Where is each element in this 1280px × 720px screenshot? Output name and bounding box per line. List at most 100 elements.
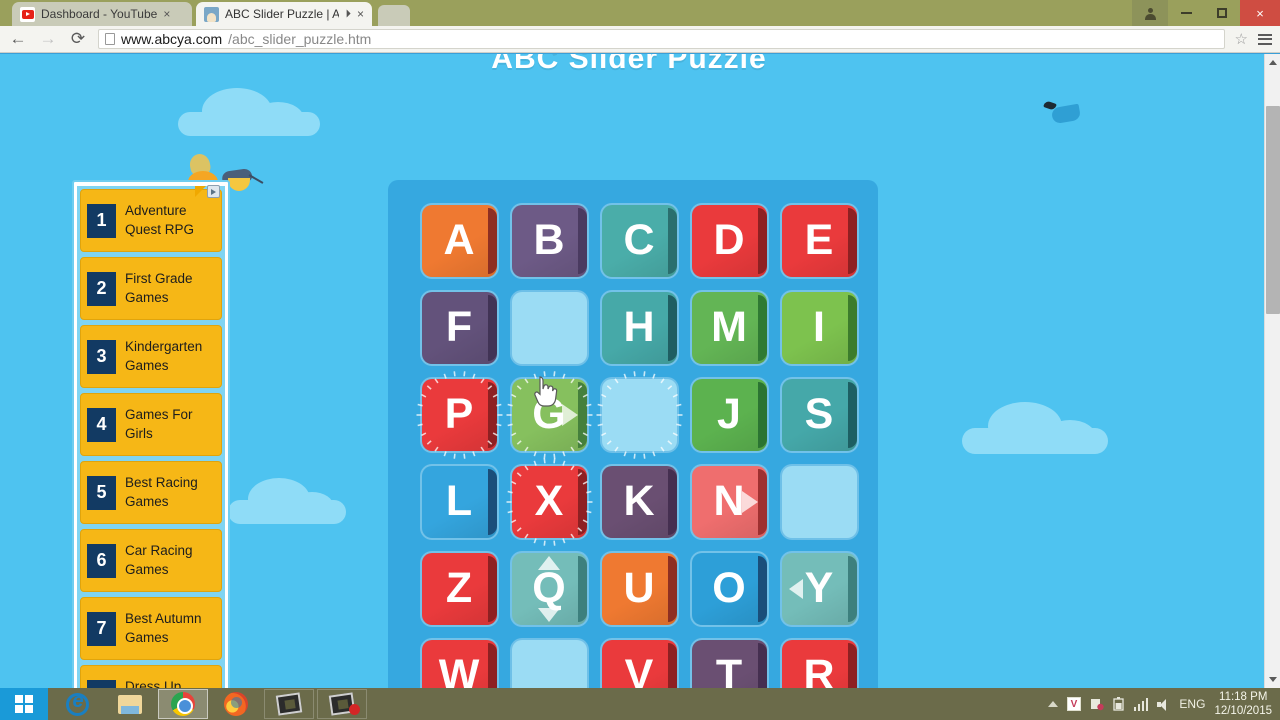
battery-icon[interactable] — [1113, 697, 1125, 711]
puzzle-cell[interactable]: B — [504, 197, 594, 284]
puzzle-cell[interactable]: I — [774, 284, 864, 371]
security-shield-icon[interactable] — [1090, 697, 1104, 711]
scroll-up-icon[interactable] — [1269, 60, 1277, 65]
scrollbar-thumb[interactable] — [1266, 106, 1280, 314]
puzzle-cell[interactable]: H — [594, 284, 684, 371]
puzzle-tile[interactable]: Y — [781, 552, 857, 625]
puzzle-tile[interactable]: D — [691, 204, 767, 277]
puzzle-tile[interactable]: K — [601, 465, 677, 538]
sidebar-item[interactable]: 2 First Grade Games — [80, 257, 222, 320]
puzzle-tile-empty[interactable] — [511, 639, 587, 688]
puzzle-cell[interactable]: A — [414, 197, 504, 284]
puzzle-tile[interactable]: E — [781, 204, 857, 277]
menu-icon[interactable] — [1258, 33, 1272, 45]
puzzle-tile[interactable]: N — [691, 465, 767, 538]
sidebar-item[interactable]: 8 Dress Up Games — [80, 665, 222, 688]
puzzle-tile[interactable]: U — [601, 552, 677, 625]
puzzle-cell[interactable]: U — [594, 545, 684, 632]
puzzle-cell[interactable]: T — [684, 632, 774, 688]
puzzle-tile[interactable]: P — [416, 370, 502, 459]
puzzle-cell[interactable]: P — [414, 370, 504, 459]
puzzle-cell[interactable]: M — [684, 284, 774, 371]
taskbar-item-internet-explorer[interactable] — [52, 689, 102, 719]
puzzle-cell[interactable] — [504, 632, 594, 688]
puzzle-cell[interactable]: Q — [504, 545, 594, 632]
puzzle-cell[interactable]: O — [684, 545, 774, 632]
page-info-icon[interactable] — [105, 33, 115, 45]
puzzle-tile[interactable]: H — [601, 291, 677, 364]
puzzle-tile[interactable]: R — [781, 639, 857, 688]
puzzle-cell[interactable]: F — [414, 284, 504, 371]
puzzle-tile[interactable]: L — [421, 465, 497, 538]
tab-audio-icon[interactable]: ⏵ — [345, 8, 351, 21]
puzzle-cell[interactable]: E — [774, 197, 864, 284]
puzzle-cell[interactable]: R — [774, 632, 864, 688]
puzzle-cell[interactable]: W — [414, 632, 504, 688]
reload-icon[interactable]: ⟳ — [68, 29, 88, 49]
puzzle-tile[interactable]: Z — [421, 552, 497, 625]
puzzle-cell[interactable]: K — [594, 458, 684, 545]
sidebar-item[interactable]: 5 Best Racing Games — [80, 461, 222, 524]
puzzle-cell[interactable]: Y — [774, 545, 864, 632]
tab-dashboard-youtube[interactable]: Dashboard - YouTube × — [12, 2, 192, 26]
volume-icon[interactable] — [1157, 698, 1170, 711]
puzzle-cell[interactable]: D — [684, 197, 774, 284]
network-icon[interactable] — [1133, 697, 1149, 711]
puzzle-cell[interactable]: X — [504, 457, 594, 546]
puzzle-tile[interactable]: I — [781, 291, 857, 364]
address-bar[interactable]: www.abcya.com/abc_slider_puzzle.htm — [98, 29, 1225, 49]
puzzle-tile[interactable]: W — [421, 639, 497, 688]
tab-close-icon[interactable]: × — [163, 8, 170, 20]
close-icon[interactable]: × — [1240, 0, 1280, 26]
puzzle-tile[interactable]: V — [601, 639, 677, 688]
maximize-icon[interactable] — [1204, 0, 1240, 26]
start-button[interactable] — [0, 688, 48, 720]
puzzle-tile[interactable]: A — [421, 204, 497, 277]
taskbar-item-screen-recorder[interactable] — [264, 689, 314, 719]
puzzle-tile-empty[interactable] — [511, 291, 587, 364]
clock[interactable]: 11:18 PM 12/10/2015 — [1214, 690, 1272, 719]
puzzle-cell[interactable] — [774, 458, 864, 545]
puzzle-cell[interactable]: J — [684, 371, 774, 458]
minimize-icon[interactable] — [1168, 0, 1204, 26]
puzzle-cell[interactable]: Z — [414, 545, 504, 632]
sidebar-item[interactable]: 3 Kindergarten Games — [80, 325, 222, 388]
new-tab-button[interactable] — [378, 5, 410, 26]
tab-close-icon[interactable]: × — [357, 8, 364, 20]
puzzle-tile[interactable]: O — [691, 552, 767, 625]
scroll-down-icon[interactable] — [1269, 677, 1277, 682]
puzzle-tile[interactable]: F — [421, 291, 497, 364]
taskbar-item-mozilla-firefox[interactable] — [211, 689, 261, 719]
puzzle-tile-empty[interactable] — [781, 465, 857, 538]
taskbar-item-google-chrome[interactable] — [158, 689, 208, 719]
puzzle-cell[interactable]: L — [414, 458, 504, 545]
puzzle-tile[interactable]: Q — [511, 552, 587, 625]
puzzle-tile[interactable]: J — [691, 378, 767, 451]
chevron-up-icon[interactable] — [1047, 701, 1058, 707]
puzzle-tile[interactable]: C — [601, 204, 677, 277]
puzzle-tile-empty[interactable] — [596, 370, 682, 459]
puzzle-cell[interactable]: N — [684, 458, 774, 545]
taskbar-item-file-explorer[interactable] — [105, 689, 155, 719]
sidebar-item[interactable]: 4 Games For Girls — [80, 393, 222, 456]
puzzle-cell[interactable]: C — [594, 197, 684, 284]
puzzle-tile[interactable]: B — [511, 204, 587, 277]
puzzle-tile[interactable]: X — [506, 457, 592, 546]
puzzle-tile[interactable]: M — [691, 291, 767, 364]
bookmark-star-icon[interactable]: ☆ — [1235, 30, 1248, 48]
puzzle-cell[interactable]: V — [594, 632, 684, 688]
taskbar-item-screen-recorder-rec[interactable] — [317, 689, 367, 719]
puzzle-cell[interactable] — [504, 284, 594, 371]
language-indicator[interactable]: ENG — [1179, 697, 1205, 711]
page-scrollbar[interactable] — [1264, 54, 1280, 688]
user-icon[interactable] — [1132, 0, 1168, 26]
puzzle-cell[interactable] — [594, 370, 684, 459]
tab-abc-slider-puzzle[interactable]: ABC Slider Puzzle | ABC ⏵ × — [196, 2, 372, 26]
antivirus-icon[interactable]: V — [1066, 697, 1081, 711]
puzzle-tile[interactable]: S — [781, 378, 857, 451]
adchoices-icon[interactable] — [188, 185, 222, 199]
puzzle-tile[interactable]: T — [691, 639, 767, 688]
back-icon[interactable]: ← — [8, 29, 28, 49]
sidebar-item[interactable]: 7 Best Autumn Games — [80, 597, 222, 660]
puzzle-cell[interactable]: S — [774, 371, 864, 458]
